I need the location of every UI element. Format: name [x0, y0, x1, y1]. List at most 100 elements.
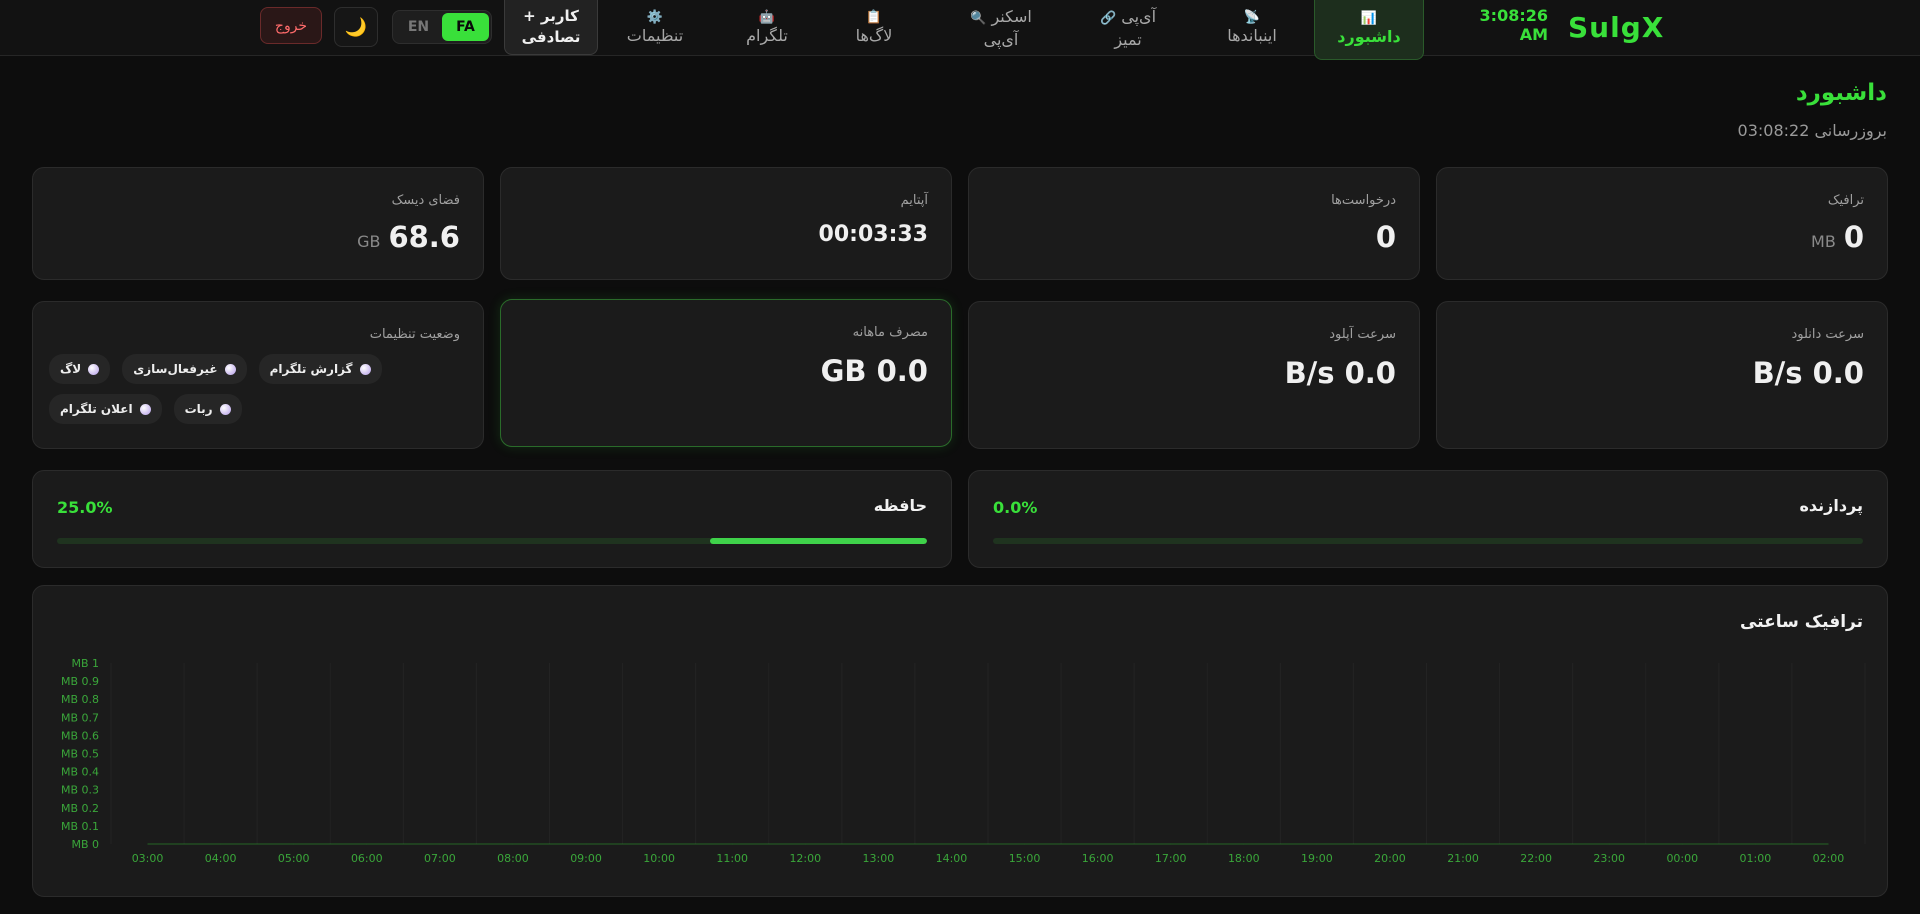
- chart-x-tick-label: 21:00: [1447, 852, 1479, 865]
- memory-progress-track: [57, 538, 927, 544]
- nav-settings-label: تنظیمات: [626, 25, 684, 45]
- chart-x-tick-label: 13:00: [863, 852, 895, 865]
- theme-toggle-button[interactable]: 🌙: [334, 7, 378, 47]
- nav-clean-ip[interactable]: 🔗 آی‌پی تمیز: [1088, 0, 1168, 56]
- badge-disable-label: غیرفعال‌سازی: [133, 362, 218, 376]
- requests-value-row: 0: [1376, 220, 1396, 254]
- chart-y-tick-label: MB 0.8: [61, 693, 99, 706]
- random-user-line2: تصادفی: [521, 28, 581, 46]
- disk-value: 68.6: [388, 220, 460, 254]
- traffic-value-row: MB 0: [1811, 220, 1864, 254]
- badge-telegram-report: گزارش تلگرام: [258, 354, 382, 384]
- chart-x-tick-label: 00:00: [1666, 852, 1698, 865]
- nav-clean-ip-line1: 🔗 آی‌پی: [1099, 7, 1157, 26]
- language-toggle: EN FA: [392, 10, 492, 44]
- chart-x-tick-label: 04:00: [205, 852, 237, 865]
- nav-logs[interactable]: 📋 لاگ‌ها: [846, 0, 902, 56]
- memory-label: حافظه: [873, 496, 927, 515]
- nav-logs-label: لاگ‌ها: [855, 25, 893, 45]
- lang-en-button[interactable]: EN: [395, 13, 442, 41]
- cpu-percent: 0.0%: [993, 498, 1038, 517]
- nav-ip-scanner-line2: آی‌پی: [983, 30, 1019, 49]
- gear-icon: ⚙️: [646, 9, 664, 25]
- traffic-value: 0: [1843, 220, 1864, 254]
- monthly-usage-label: مصرف ماهانه: [852, 325, 928, 340]
- logout-button[interactable]: خروج: [260, 7, 322, 44]
- random-user-line1: + کاربر: [523, 7, 579, 25]
- nav-inbounds[interactable]: 📡 اینباندها: [1210, 0, 1294, 56]
- random-user-button[interactable]: + کاربر تصادفی: [504, 0, 598, 55]
- disk-label: فضای دیسک: [391, 193, 460, 208]
- monthly-usage-value: GB 0.0: [820, 354, 928, 388]
- cpu-label: پردازنده: [1799, 496, 1863, 515]
- uptime-label: آپتایم: [900, 193, 928, 208]
- nav-dashboard[interactable]: 📊 داشبورد: [1314, 0, 1424, 60]
- nav-inbounds-label: اینباندها: [1227, 25, 1277, 45]
- lang-fa-button[interactable]: FA: [442, 13, 489, 41]
- disk-value-row: GB 68.6: [357, 220, 460, 254]
- badge-log: لاگ: [49, 354, 111, 384]
- traffic-unit: MB: [1811, 232, 1836, 251]
- status-dot-icon: [139, 403, 151, 415]
- download-speed-label: سرعت دانلود: [1791, 327, 1864, 342]
- uptime-card: آپتایم 00:03:33: [500, 167, 952, 280]
- hourly-traffic-card: ترافیک ساعتی MB 0 MB 0.1 MB 0.2 MB 0.3 MB 0.…: [32, 585, 1888, 897]
- hourly-traffic-chart: MB 0 MB 0.1 MB 0.2 MB 0.3 MB 0.4 MB 0.5 MB 0.6…: [61, 657, 1866, 865]
- upload-speed-label: سرعت آپلود: [1329, 327, 1396, 342]
- status-dot-icon: [224, 363, 236, 375]
- chart-x-tick-label: 15:00: [1009, 852, 1041, 865]
- brand-logo[interactable]: SulgX: [1568, 8, 1663, 48]
- settings-status-badges: لاگ غیرفعال‌سازی گزارش تلگرام اعلان تلگر…: [49, 354, 459, 424]
- clock: 3:08:26 AM: [1470, 6, 1548, 44]
- last-updated: بروزرسانی 03:08:22: [1737, 121, 1887, 140]
- memory-percent: 25.0%: [57, 498, 113, 517]
- top-navbar: SulgX 3:08:26 AM 📊 داشبورد 📡 اینباندها 🔗…: [0, 0, 1920, 60]
- memory-progress-fill: [709, 538, 927, 544]
- chart-x-tick-label: 11:00: [716, 852, 748, 865]
- clock-time: 3:08:26: [1479, 6, 1548, 25]
- chart-x-tick-label: 18:00: [1228, 852, 1260, 865]
- chart-y-tick-label: MB 0.3: [61, 784, 99, 797]
- chart-y-tick-label: MB 0.7: [61, 711, 99, 724]
- cpu-progress-track: [993, 538, 1863, 544]
- chart-y-tick-label: MB 0.5: [61, 748, 99, 761]
- nav-telegram-label: تلگرام: [746, 25, 788, 45]
- status-dot-icon: [359, 363, 371, 375]
- chart-y-tick-label: MB 0.6: [61, 729, 99, 742]
- badge-telegram-notify: اعلان تلگرام: [49, 394, 162, 424]
- settings-status-label: وضعیت تنظیمات: [369, 327, 460, 342]
- traffic-card: ترافیک MB 0: [1436, 167, 1888, 280]
- chart-x-tick-label: 03:00: [132, 852, 164, 865]
- search-icon: 🔍: [970, 11, 987, 26]
- nav-dashboard-label: داشبورد: [1337, 27, 1401, 46]
- traffic-label: ترافیک: [1827, 193, 1864, 208]
- disk-card: فضای دیسک GB 68.6: [32, 167, 484, 280]
- download-speed-card: سرعت دانلود B/s 0.0: [1436, 301, 1888, 449]
- badge-bot: ربات: [173, 394, 242, 424]
- requests-card: درخواست‌ها 0: [968, 167, 1420, 280]
- status-dot-icon: [219, 403, 231, 415]
- badge-telegram-notify-label: اعلان تلگرام: [60, 402, 133, 416]
- chart-x-tick-label: 09:00: [570, 852, 602, 865]
- chart-y-tick-label: MB 0.9: [61, 675, 99, 688]
- nav-telegram[interactable]: 🤖 تلگرام: [742, 0, 792, 56]
- nav-ip-scanner[interactable]: 🔍 اسکنر آی‌پی: [954, 0, 1048, 56]
- disk-unit: GB: [357, 232, 381, 251]
- chart-y-tick-label: MB 0.1: [61, 820, 99, 833]
- nav-clean-ip-line2: تمیز: [1114, 30, 1142, 49]
- upload-speed-value: B/s 0.0: [1284, 356, 1396, 390]
- requests-label: درخواست‌ها: [1331, 193, 1396, 208]
- badge-telegram-report-label: گزارش تلگرام: [269, 362, 353, 376]
- chart-y-tick-label: MB 0.2: [61, 802, 99, 815]
- satellite-icon: 📡: [1243, 9, 1261, 25]
- moon-icon: 🌙: [344, 16, 368, 38]
- chart-x-tick-label: 22:00: [1520, 852, 1552, 865]
- page-title: داشبورد: [1795, 80, 1887, 106]
- download-speed-value: B/s 0.0: [1752, 356, 1864, 390]
- nav-settings[interactable]: ⚙️ تنظیمات: [622, 0, 688, 56]
- upload-speed-card: سرعت آپلود B/s 0.0: [968, 301, 1420, 449]
- monthly-usage-card: مصرف ماهانه GB 0.0: [500, 299, 952, 447]
- status-dot-icon: [88, 363, 100, 375]
- chart-x-tick-label: 14:00: [936, 852, 968, 865]
- chart-x-tick-label: 10:00: [643, 852, 675, 865]
